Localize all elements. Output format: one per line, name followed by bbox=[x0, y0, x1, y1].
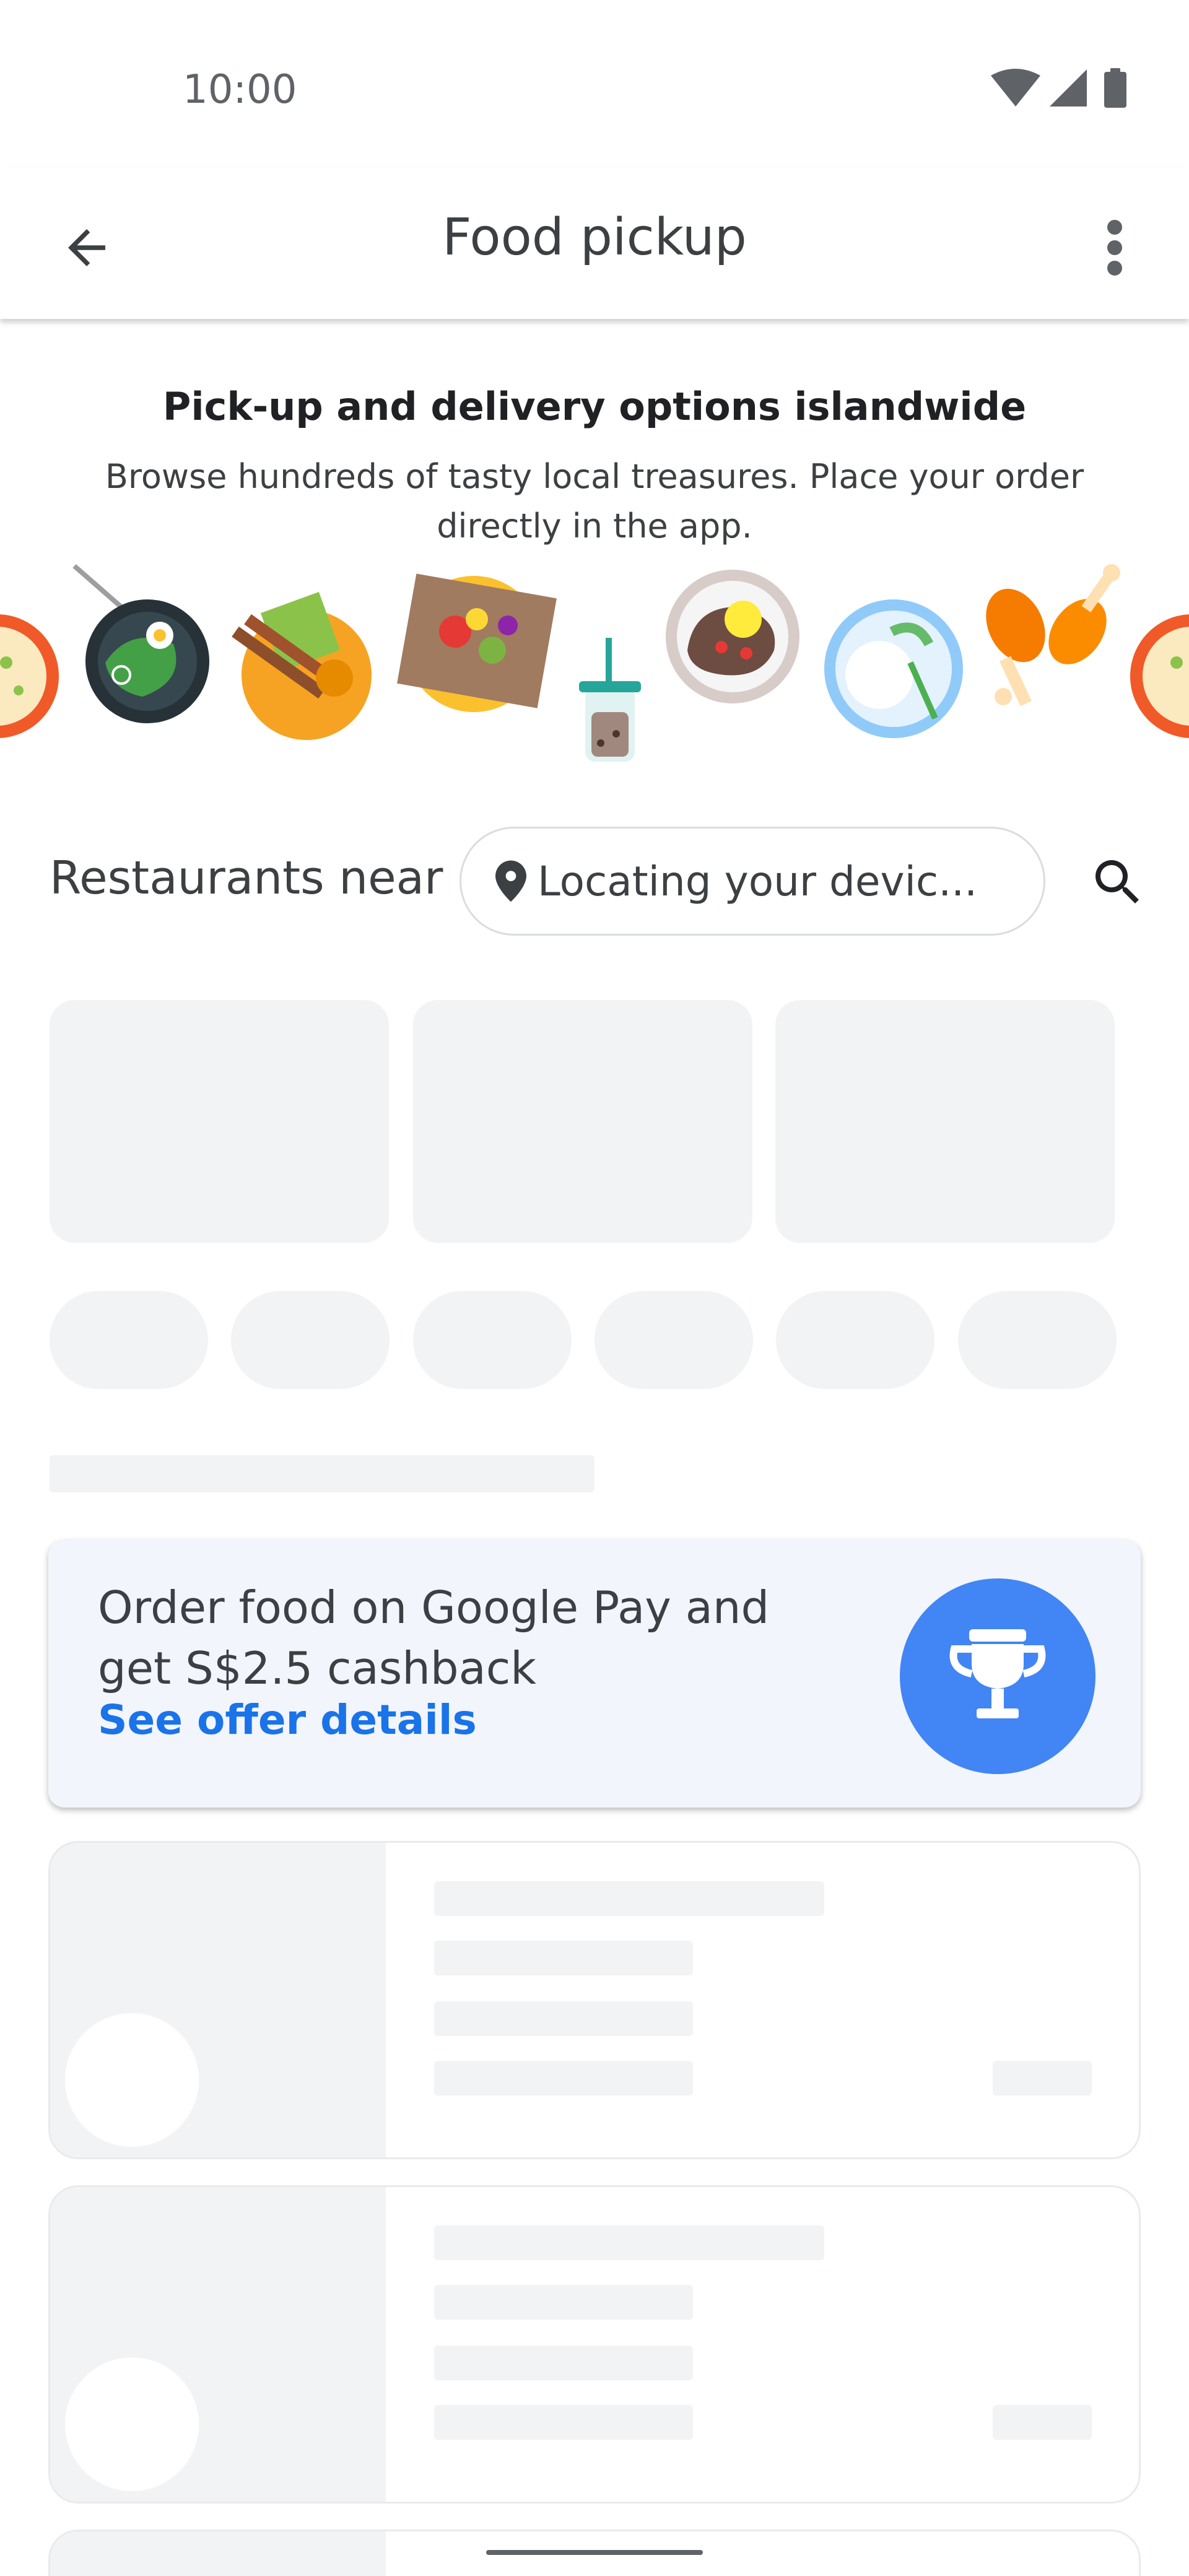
skeleton-line bbox=[993, 2061, 1092, 2095]
app-bar: Food pickup bbox=[0, 167, 1189, 319]
satay-icon bbox=[232, 591, 372, 740]
skeleton-line bbox=[434, 2001, 693, 2036]
noodle-bowl-icon bbox=[72, 564, 209, 723]
more-vert-icon bbox=[1107, 220, 1122, 276]
soup-bowl-icon bbox=[0, 614, 59, 738]
location-pin-icon bbox=[495, 860, 526, 902]
offer-badge bbox=[900, 1578, 1095, 1774]
skeleton-line bbox=[434, 2346, 693, 2380]
skeleton-restaurant-card bbox=[48, 2185, 1141, 2504]
skeleton-avatar bbox=[65, 2357, 199, 2491]
skeleton-chip bbox=[776, 1291, 934, 1389]
skeleton-line bbox=[434, 1941, 693, 1975]
rice-plate-icon bbox=[824, 599, 963, 738]
wifi-icon bbox=[991, 69, 1040, 107]
page-title: Food pickup bbox=[442, 208, 747, 267]
status-bar: 10:00 bbox=[0, 0, 1189, 167]
skeleton-card bbox=[775, 1000, 1115, 1243]
platter-icon bbox=[397, 573, 557, 712]
skeleton-chip bbox=[594, 1291, 753, 1389]
skeleton-avatar bbox=[65, 2013, 199, 2147]
skeleton-line bbox=[993, 2405, 1092, 2440]
skeleton-card bbox=[413, 1000, 752, 1243]
skeleton-line bbox=[434, 2405, 693, 2440]
skeleton-thumbnail bbox=[50, 2187, 386, 2502]
food-illustrations bbox=[0, 564, 1189, 762]
status-icons bbox=[991, 68, 1126, 108]
skeleton-line bbox=[434, 1881, 824, 1916]
skeleton-line bbox=[434, 2226, 824, 2260]
battery-icon bbox=[1104, 72, 1126, 108]
offer-card[interactable]: Order food on Google Pay and get S$2.5 c… bbox=[48, 1540, 1141, 1808]
promo-subtitle: Browse hundreds of tasty local treasures… bbox=[105, 457, 1084, 546]
restaurants-near-label: Restaurants near bbox=[50, 851, 443, 905]
location-text: Locating your devic... bbox=[538, 857, 978, 905]
skeleton-line bbox=[434, 2285, 693, 2320]
more-options-button[interactable] bbox=[1078, 204, 1152, 291]
trophy-icon bbox=[949, 1629, 1046, 1718]
bubble-tea-icon bbox=[579, 638, 641, 762]
promo-title: Pick-up and delivery options islandwide bbox=[162, 384, 1027, 429]
skeleton-chip bbox=[413, 1291, 572, 1389]
home-indicator[interactable] bbox=[486, 2550, 703, 2555]
drumstick-icon bbox=[986, 564, 1120, 707]
skeleton-line bbox=[434, 2061, 693, 2095]
skeleton-heading bbox=[50, 1455, 594, 1492]
offer-details-link[interactable]: See offer details bbox=[98, 1696, 477, 1744]
skeleton-thumbnail bbox=[50, 1843, 386, 2157]
skeleton-chip bbox=[958, 1291, 1117, 1389]
skeleton-card bbox=[50, 1000, 389, 1243]
skeleton-chip bbox=[50, 1291, 208, 1389]
search-button[interactable] bbox=[1078, 842, 1158, 923]
skeleton-restaurant-card bbox=[48, 1841, 1141, 2159]
search-icon bbox=[1095, 860, 1139, 903]
status-time: 10:00 bbox=[183, 67, 297, 113]
soup-bowl-icon bbox=[1130, 614, 1189, 738]
toast-plate-icon bbox=[666, 570, 799, 703]
offer-text: Order food on Google Pay and get S$2.5 c… bbox=[98, 1582, 770, 1694]
signal-icon bbox=[1050, 69, 1087, 107]
skeleton-chip bbox=[231, 1291, 390, 1389]
skeleton-thumbnail bbox=[50, 2531, 386, 2576]
location-chip[interactable]: Locating your devic... bbox=[459, 827, 1045, 936]
